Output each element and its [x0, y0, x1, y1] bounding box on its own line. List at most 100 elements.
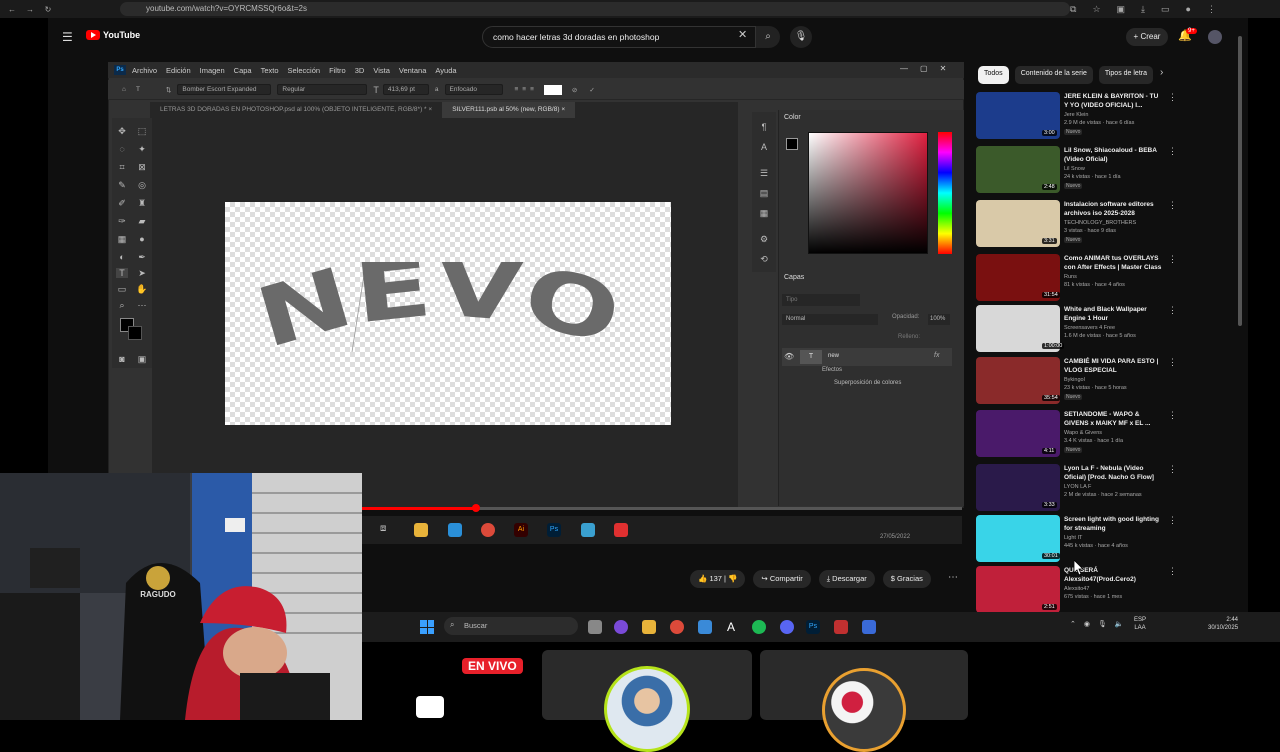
language-indicator[interactable]: ESP LAA [1134, 616, 1146, 632]
like-button[interactable]: 👍 137 | 👎 [690, 570, 746, 588]
eyedropper-icon[interactable]: ✎ [116, 180, 128, 190]
pen-tool-icon[interactable]: ✒ [136, 252, 148, 262]
font-size-field[interactable]: 413,69 pt [382, 84, 429, 95]
canvas-text-layer[interactable]: NEVO [258, 262, 628, 358]
align-right-icon[interactable]: ≡ [530, 86, 534, 93]
blend-mode-select[interactable]: Normal [782, 314, 878, 325]
magic-wand-icon[interactable]: ✦ [136, 144, 148, 154]
menu-item[interactable]: Capa [234, 66, 252, 75]
move-tool-icon[interactable]: ✥ [116, 126, 128, 136]
more-options-icon[interactable]: ⋮ [1168, 410, 1177, 421]
screen-mode-icon[interactable]: ▣ [136, 354, 148, 364]
layers-filter-input[interactable]: Tipo [782, 294, 860, 306]
paragraph-icon[interactable]: ¶ [758, 122, 770, 132]
discord-icon[interactable] [780, 620, 794, 634]
channel-name[interactable]: Jere Klein [1064, 112, 1088, 118]
channel-name[interactable]: TECHNOLOGY_BROTHERS [1064, 220, 1136, 226]
more-options-icon[interactable]: ⋮ [1168, 305, 1177, 316]
video-title[interactable]: SETIANDOME - WAPO & GIVENS x MAIKY MF x … [1064, 410, 1164, 428]
text-color-swatch[interactable] [543, 84, 562, 95]
search-input[interactable]: como hacer letras 3d doradas en photosho… [482, 26, 756, 48]
chrome-icon[interactable] [670, 620, 684, 634]
menu-icon[interactable]: ☰ [62, 30, 73, 44]
channel-name[interactable]: Wapo & Givens [1064, 430, 1102, 436]
app-icon-red[interactable] [834, 620, 848, 634]
more-tools-icon[interactable]: ⋯ [136, 300, 148, 310]
avatar[interactable] [1208, 30, 1222, 44]
create-button[interactable]: + Crear [1126, 28, 1168, 46]
eraser-icon[interactable]: ▰ [136, 216, 148, 226]
search-icon[interactable]: ⌕ [756, 26, 780, 48]
channel-name[interactable]: Screensavers 4 Free [1064, 325, 1115, 331]
more-options-icon[interactable]: ⋮ [1168, 464, 1177, 475]
background-color-swatch[interactable] [128, 326, 142, 340]
scrollbar[interactable] [1238, 36, 1242, 326]
libraries-icon[interactable]: ▤ [758, 188, 770, 198]
history-brush-icon[interactable]: ✑ [116, 216, 128, 226]
video-scrubber[interactable] [472, 504, 480, 512]
more-actions-icon[interactable]: ⋯ [948, 572, 958, 583]
copilot-icon[interactable] [614, 620, 628, 634]
hue-slider[interactable] [938, 132, 952, 254]
cast-icon[interactable]: ⧉ [1070, 4, 1076, 15]
dodge-tool-icon[interactable]: ◐ [116, 252, 128, 262]
close-icon[interactable]: ✕ [940, 64, 947, 73]
channel-name[interactable]: Alexsito47 [1064, 586, 1089, 592]
channel-name[interactable]: Bykingol [1064, 377, 1085, 383]
tab-document[interactable]: LETRAS 3D DORADAS EN PHOTOSHOP.psd al 10… [150, 102, 442, 118]
layer-effects-label[interactable]: Efectos [822, 367, 842, 373]
extensions-icon[interactable]: ▣ [1117, 4, 1126, 15]
menu-item[interactable]: Archivo [132, 66, 157, 75]
channel-name[interactable]: Runs [1064, 274, 1077, 280]
spotify-icon[interactable] [752, 620, 766, 634]
layer-name[interactable]: new [828, 353, 839, 359]
menu-item[interactable]: Selección [288, 66, 321, 75]
character-icon[interactable]: A [758, 142, 770, 152]
zoom-tool-icon[interactable]: ⌕ [116, 300, 128, 310]
recommendation-item[interactable]: 2:48 Lil Snow, Shiacoaloud - BEBA (Video … [976, 146, 1182, 196]
download-button[interactable]: ⤓ Descargar [818, 570, 875, 588]
menu-item[interactable]: Ventana [399, 66, 427, 75]
recommendation-item[interactable]: 4:11 SETIANDOME - WAPO & GIVENS x MAIKY M… [976, 410, 1182, 460]
more-options-icon[interactable]: ⋮ [1168, 566, 1177, 577]
text-tool-icon[interactable]: T [116, 268, 128, 278]
recommendation-item[interactable]: 1:00:00 White and Black Wallpaper Engine … [976, 305, 1182, 355]
video-title[interactable]: JERE KLEIN & BAYRITON - TU Y YO (VIDEO O… [1064, 92, 1164, 110]
youtube-logo[interactable]: YouTube [86, 30, 140, 40]
type-tool-icon[interactable]: T [136, 86, 140, 93]
home-icon[interactable]: ⌂ [122, 86, 126, 93]
frame-tool-icon[interactable]: ⊠ [136, 162, 148, 172]
speaker-icon[interactable]: 🔈 [1115, 620, 1124, 628]
maximize-icon[interactable]: ▢ [920, 64, 928, 73]
more-options-icon[interactable]: ⋮ [1168, 92, 1177, 103]
video-title[interactable]: Como ANIMAR tus OVERLAYS con After Effec… [1064, 254, 1164, 272]
rectangle-tool-icon[interactable]: ▭ [116, 284, 128, 294]
reload-icon[interactable]: ↻ [42, 5, 54, 14]
adjustments-icon[interactable]: ☰ [758, 168, 770, 178]
font-style-select[interactable]: Regular [277, 84, 368, 95]
blur-tool-icon[interactable]: ● [136, 234, 148, 244]
video-title[interactable]: Instalacion software editores archivos i… [1064, 200, 1164, 218]
align-center-icon[interactable]: ≡ [522, 86, 526, 93]
a-app-icon[interactable]: A [724, 620, 738, 634]
eye-icon[interactable]: 👁 [784, 352, 794, 361]
menu-item[interactable]: Imagen [200, 66, 225, 75]
channel-name[interactable]: Light IT [1064, 535, 1082, 541]
color-picker-field[interactable] [808, 132, 928, 254]
more-options-icon[interactable]: ⋮ [1168, 254, 1177, 265]
more-options-icon[interactable]: ⋮ [1168, 146, 1177, 157]
layer-fx-badge[interactable]: fx [934, 352, 939, 359]
video-title[interactable]: Lil Snow, Shiacoaloud - BEBA (Video Ofic… [1064, 146, 1164, 164]
profile-icon[interactable]: ● [1186, 4, 1191, 14]
cancel-icon[interactable]: ⊘ [572, 86, 577, 94]
video-title[interactable]: CAMBIÉ MI VIDA PARA ESTO | VLOG ESPECIAL [1064, 357, 1164, 375]
history-icon[interactable]: ⟲ [758, 254, 770, 264]
menu-item[interactable]: Texto [261, 66, 279, 75]
channel-name[interactable]: LYON LA F [1064, 484, 1091, 490]
video-title[interactable]: Screen light with good lighting for stre… [1064, 515, 1164, 533]
antialias-select[interactable]: Enfocado [444, 84, 503, 95]
photoshop-taskbar-icon[interactable]: Ps [806, 620, 820, 634]
chip-fonts[interactable]: Tipos de letra [1098, 66, 1153, 84]
menu-item[interactable]: Edición [166, 66, 191, 75]
recommendation-item[interactable]: 3:00 JERE KLEIN & BAYRITON - TU Y YO (VID… [976, 92, 1182, 142]
